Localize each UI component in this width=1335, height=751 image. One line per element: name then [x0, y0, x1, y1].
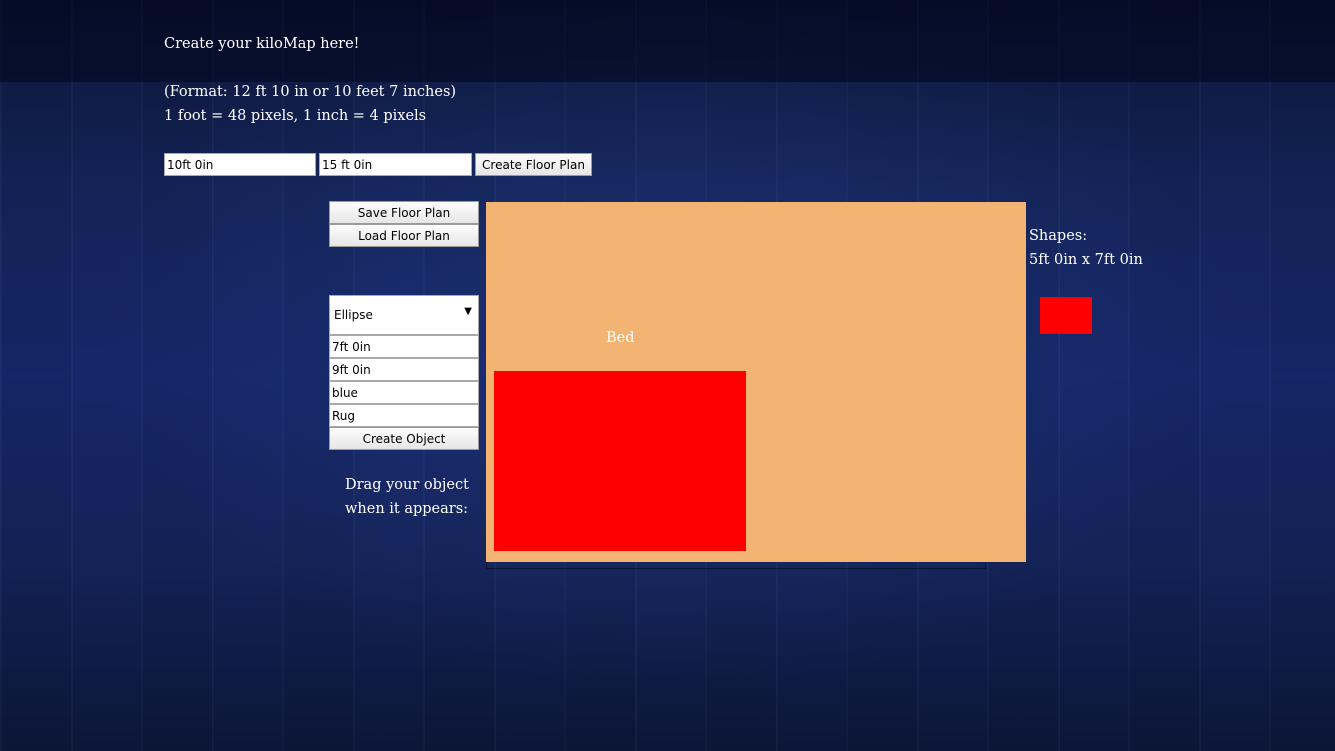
page-title: Create your kiloMap here! — [164, 36, 360, 52]
shape-swatch[interactable] — [1040, 297, 1092, 334]
object-name-input[interactable] — [329, 404, 479, 427]
object-length-input[interactable] — [329, 358, 479, 381]
floor-plan-canvas[interactable]: Bed — [486, 202, 1026, 562]
floor-width-input[interactable] — [164, 153, 316, 176]
shape-select[interactable]: Ellipse ▼ — [329, 295, 479, 335]
format-hint: (Format: 12 ft 10 in or 10 feet 7 inches… — [164, 84, 457, 100]
canvas-edge — [486, 562, 986, 569]
object-label-bed[interactable]: Bed — [606, 326, 635, 350]
load-floor-plan-button[interactable]: Load Floor Plan — [329, 224, 479, 247]
shapes-heading: Shapes: — [1029, 228, 1088, 244]
shape-dimensions: 5ft 0in x 7ft 0in — [1029, 252, 1143, 268]
placed-object-rug[interactable] — [494, 371, 746, 551]
create-object-button[interactable]: Create Object — [329, 427, 479, 450]
floor-length-input[interactable] — [319, 153, 472, 176]
drag-hint-line1: Drag your object — [345, 477, 469, 493]
scale-hint: 1 foot = 48 pixels, 1 inch = 4 pixels — [164, 108, 427, 124]
object-width-input[interactable] — [329, 335, 479, 358]
create-floor-plan-button[interactable]: Create Floor Plan — [475, 153, 592, 176]
object-color-input[interactable] — [329, 381, 479, 404]
chevron-down-icon: ▼ — [464, 306, 472, 317]
drag-hint-line2: when it appears: — [345, 501, 469, 517]
save-floor-plan-button[interactable]: Save Floor Plan — [329, 201, 479, 224]
shape-select-value: Ellipse — [334, 308, 373, 322]
